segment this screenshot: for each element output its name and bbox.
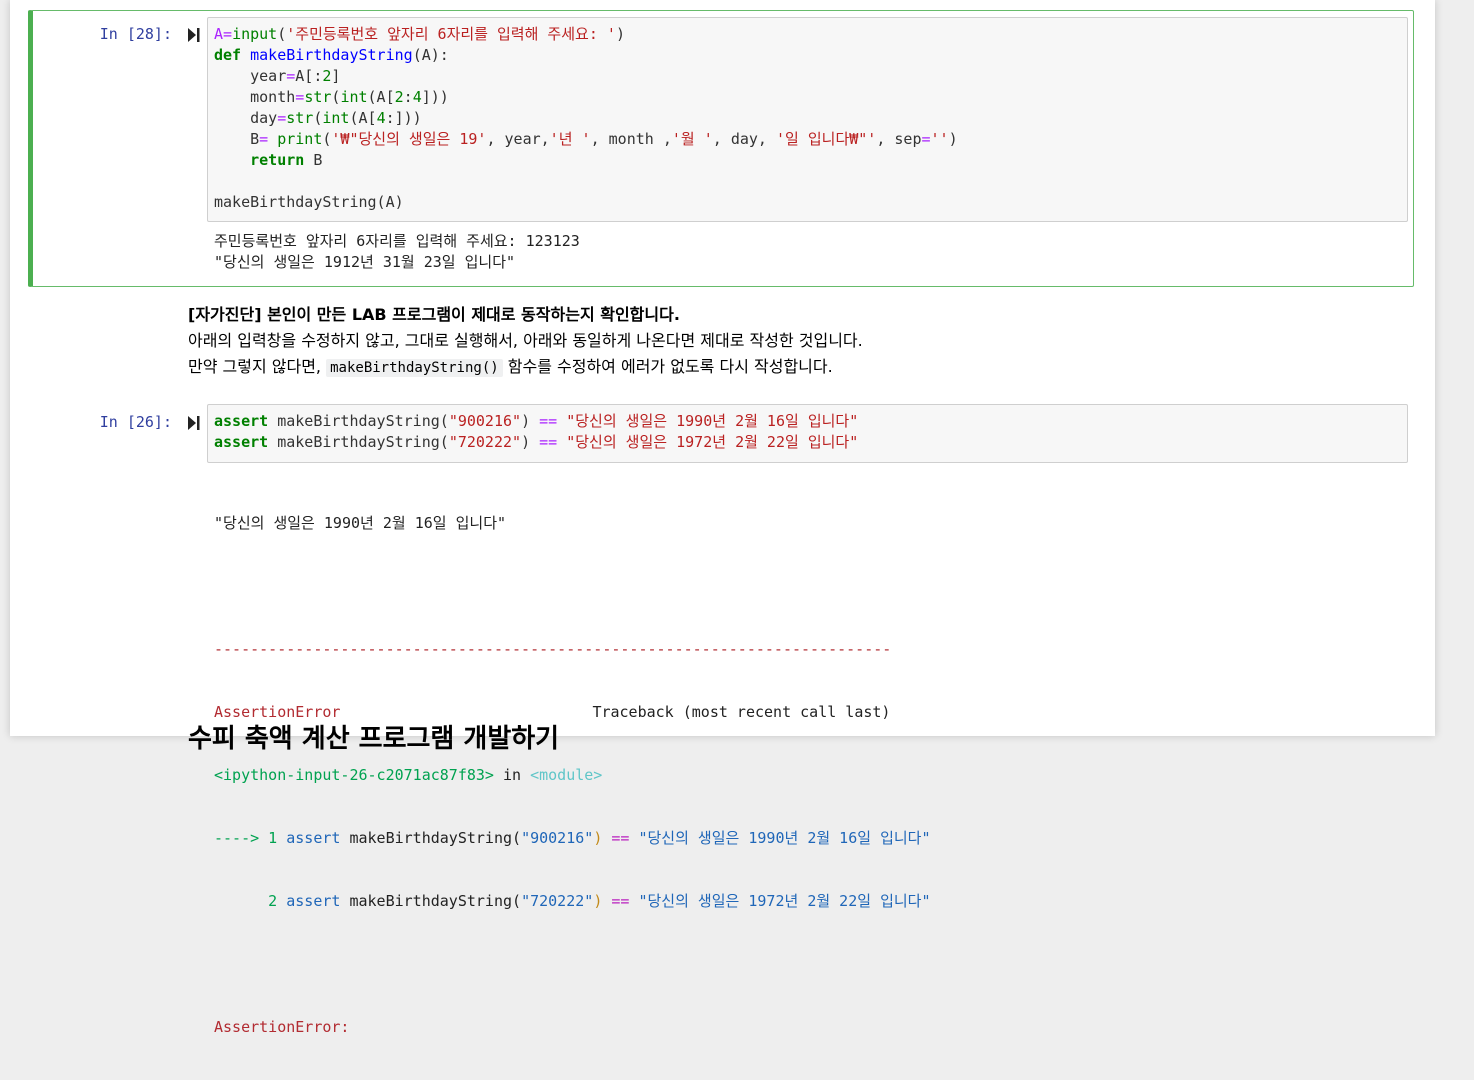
code-line: year=A[:2] [214,67,341,85]
code-line: month=str(int(A[2:4])) [214,88,449,106]
code-line: def makeBirthdayString(A): [214,46,449,64]
notebook-container: In [28]: A=input('주민등록번호 앞자리 6자리를 입력해 주세… [10,0,1435,1036]
cell-prompt: In [26]: [99,413,172,431]
markdown-cell: [자가진단] 본인이 만든 LAB 프로그램이 제대로 동작하는지 확인합니다.… [188,302,1388,381]
inline-code: makeBirthdayString() [326,359,503,377]
cell-prompt: In [28]: [99,25,172,43]
code-line: assert makeBirthdayString("900216") == "… [214,412,859,430]
traceback-separator: ----------------------------------------… [214,640,892,658]
code-editor[interactable]: assert makeBirthdayString("900216") == "… [207,404,1408,463]
output-line: 주민등록번호 앞자리 6자리를 입력해 주세요: 123123 [214,232,580,250]
self-check-heading: [자가진단] 본인이 만든 LAB 프로그램이 제대로 동작하는지 확인합니다. [188,305,680,324]
code-editor[interactable]: A=input('주민등록번호 앞자리 6자리를 입력해 주세요: ') def … [207,17,1408,222]
code-line: A=input('주민등록번호 앞자리 6자리를 입력해 주세요: ') [214,25,625,43]
cell-output: 주민등록번호 앞자리 6자리를 입력해 주세요: 123123 "당신의 생일은 … [214,231,580,273]
traceback-final-error: AssertionError: [214,1018,350,1036]
output-text: "당신의 생일은 1990년 2월 16일 입니다" [214,514,507,532]
code-line: day=str(int(A[4:])) [214,109,422,127]
code-line: B= print('₩"당신의 생일은 19', year,'년 ', mont… [214,130,958,148]
code-line: assert makeBirthdayString("720222") == "… [214,433,859,451]
cell-output: "당신의 생일은 1990년 2월 16일 입니다" -------------… [214,471,931,1080]
traceback-file-line: <ipython-input-26-c2071ac87f83> in <modu… [214,766,603,784]
code-line: makeBirthdayString(A) [214,193,404,211]
next-section-heading: 수피 축액 계산 프로그램 개발하기 [188,724,560,754]
output-line: "당신의 생일은 1912년 31월 23일 입니다" [214,253,516,271]
traceback-line-2: 2 assert makeBirthdayString("720222") ==… [214,892,931,910]
instruction-line: 아래의 입력창을 수정하지 않고, 그대로 실행해서, 아래와 동일하게 나온다… [188,331,863,350]
traceback-line-1: ----> 1 assert makeBirthdayString("90021… [214,829,931,847]
code-line: return B [214,151,323,169]
run-cell-icon[interactable] [187,27,201,43]
instruction-line-2: 만약 그렇지 않다면, makeBirthdayString() 함수를 수정하… [188,357,833,377]
run-cell-icon[interactable] [187,415,201,431]
